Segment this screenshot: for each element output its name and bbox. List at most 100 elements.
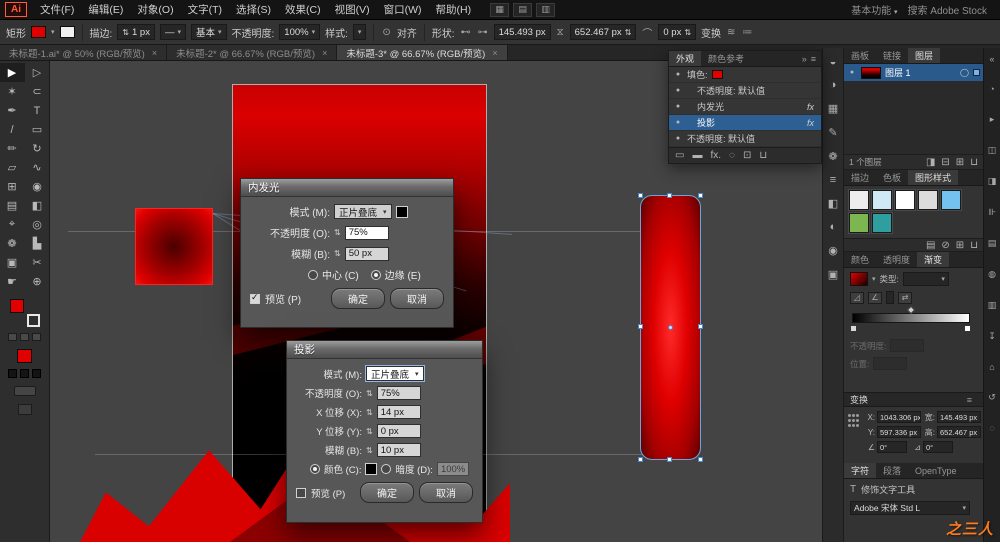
dialog-titlebar[interactable]: 投影 [287,341,482,359]
close-tab-icon[interactable]: × [492,48,497,58]
x-offset-input[interactable]: 14 px [376,405,421,419]
blur-input[interactable]: 50 px [344,246,389,261]
fx-badge[interactable]: fx [807,118,817,128]
style-libraries-icon[interactable]: ▤ [926,240,935,251]
align-panel-icon[interactable]: ⊪ [988,207,996,218]
comments-panel-icon[interactable]: ◌ [989,423,994,433]
stepper-icon[interactable]: ⇅ [334,228,341,237]
symbols-panel-icon[interactable]: ❁ [828,150,837,163]
app-logo[interactable]: Ai [5,2,27,17]
selection-handle[interactable] [698,324,703,329]
center-radio[interactable] [308,269,318,280]
shape-width-field[interactable]: 145.493 px [493,24,551,40]
stroke-color-swatch[interactable] [59,26,75,38]
align-link[interactable]: 对齐 [397,25,417,40]
rotate-tool[interactable]: ↻ [25,139,50,158]
delete-layer-icon[interactable]: ⊔ [970,157,978,168]
none-button[interactable] [32,333,41,341]
preview-checkbox[interactable] [250,292,260,304]
graphic-style-thumb[interactable] [872,190,892,210]
appearance-panel-icon[interactable]: ◉ [828,244,838,257]
ok-button[interactable]: 确定 [331,288,385,309]
selection-handle[interactable] [667,193,672,198]
tab-appearance[interactable]: 外观 [669,51,702,66]
stroke-proxy[interactable] [26,314,40,327]
info-panel-icon[interactable]: ◔ [989,84,994,94]
rotate-field[interactable]: 0° [877,441,907,453]
new-sublayer-icon[interactable]: ⊟ [941,157,949,168]
font-family-select[interactable]: Adobe 宋体 Std L ▾ [850,501,970,515]
reference-point-selector[interactable] [848,414,859,428]
style-select[interactable]: ▾ [352,24,367,40]
appearance-row[interactable]: ● 不透明度: 默认值 [669,131,821,147]
stepper-icon[interactable]: ⇅ [122,28,129,37]
graphic-style-thumb[interactable] [849,190,869,210]
separations-panel-icon[interactable]: ◍ [988,269,996,280]
transform-panel-header[interactable]: 变换 ≡ [844,392,983,407]
shear-field[interactable]: 0° [923,441,953,453]
graphic-styles-panel-icon[interactable]: ▣ [828,268,838,281]
mesh-tool[interactable]: ▤ [0,196,25,215]
visibility-eye-icon[interactable]: ● [847,69,857,76]
dialog-titlebar[interactable]: 内发光 [241,179,453,197]
blend-mode-select[interactable]: 正片叠底 ▾ [334,204,392,219]
ok-button[interactable]: 确定 [360,482,414,503]
hand-tool[interactable]: ☛ [0,272,25,291]
menu-item[interactable]: 文件(F) [33,0,81,19]
color-button[interactable] [8,333,17,341]
menu-item[interactable]: 效果(C) [278,0,328,19]
transparency-panel-icon[interactable]: ◐ [830,221,837,233]
swatches-panel-icon[interactable]: ▦ [828,102,838,115]
recolor-artwork-icon[interactable]: ⊙ [381,27,391,38]
zoom-tool[interactable]: ⊕ [25,272,50,291]
appearance-row[interactable]: ● 不透明度: 默认值 [669,83,821,99]
selection-handle[interactable] [667,457,672,462]
panel-tab[interactable]: 段落 [876,463,908,478]
layer-target-icon[interactable]: ◯ [960,68,969,77]
shadow-color-swatch[interactable] [365,463,378,475]
visibility-eye-icon[interactable]: ● [673,71,683,78]
stepper-icon[interactable]: ⇅ [366,446,373,455]
graphic-style-thumb[interactable] [918,190,938,210]
selection-tool[interactable]: ▶ [0,63,25,82]
opacity-field[interactable]: 100% ▾ [279,24,321,40]
cancel-button[interactable]: 取消 [390,288,444,309]
shape-builder-tool[interactable]: ◉ [25,177,50,196]
selected-rounded-rect[interactable] [638,193,703,462]
fill-color-swatch[interactable] [31,26,46,38]
panel-tab[interactable]: 字符 [844,463,877,478]
y-offset-input[interactable]: 0 px [376,424,421,438]
brush-definition-select[interactable]: 基本 ▾ [190,24,227,40]
layer-row[interactable]: ● 图层 1 ◯ [844,64,983,81]
stepper-icon[interactable]: ⇅ [366,408,373,417]
document-grid-icon[interactable]: ▤ [513,2,533,17]
stroke-panel-icon[interactable]: ≡ [830,174,836,186]
more-options-icon[interactable]: ≔ [741,27,753,38]
stepper-icon[interactable]: ⇅ [334,249,341,258]
horizontal-align-icon[interactable]: ⊷ [460,27,472,38]
touch-type-tool-label[interactable]: 修饰文字工具 [861,483,915,496]
pencil-tool[interactable]: ✏ [0,139,25,158]
preview-checkbox[interactable] [296,487,306,498]
width-profile-select[interactable]: — ▾ [159,24,186,40]
close-tab-icon[interactable]: × [152,48,157,58]
symbol-sprayer-tool[interactable]: ❁ [0,234,25,253]
visibility-eye-icon[interactable]: ● [673,119,683,126]
gradient-button[interactable] [20,333,29,341]
asset-export-panel-icon[interactable]: ↧ [988,331,996,342]
gradient-angle-field[interactable] [886,291,894,304]
direct-selection-tool[interactable]: ▷ [25,63,50,82]
selection-handle[interactable] [638,193,643,198]
gradient-stop-right[interactable] [964,325,971,332]
pathfinder-panel-icon[interactable]: ◨ [988,176,997,187]
blend-mode-select[interactable]: 正片叠底 ▾ [365,365,425,382]
layer-thumbnail[interactable] [861,66,881,79]
gradient-stop-left[interactable] [850,325,857,332]
close-tab-icon[interactable]: × [322,48,327,58]
actions-panel-icon[interactable]: ▸ [990,114,995,125]
blend-tool[interactable]: ◎ [25,215,50,234]
history-panel-icon[interactable]: ↺ [988,392,996,403]
gradient-type-select[interactable]: ▾ [902,272,949,286]
x-field[interactable]: 1043.306 px [877,411,921,423]
column-graph-tool[interactable]: ▙ [25,234,50,253]
